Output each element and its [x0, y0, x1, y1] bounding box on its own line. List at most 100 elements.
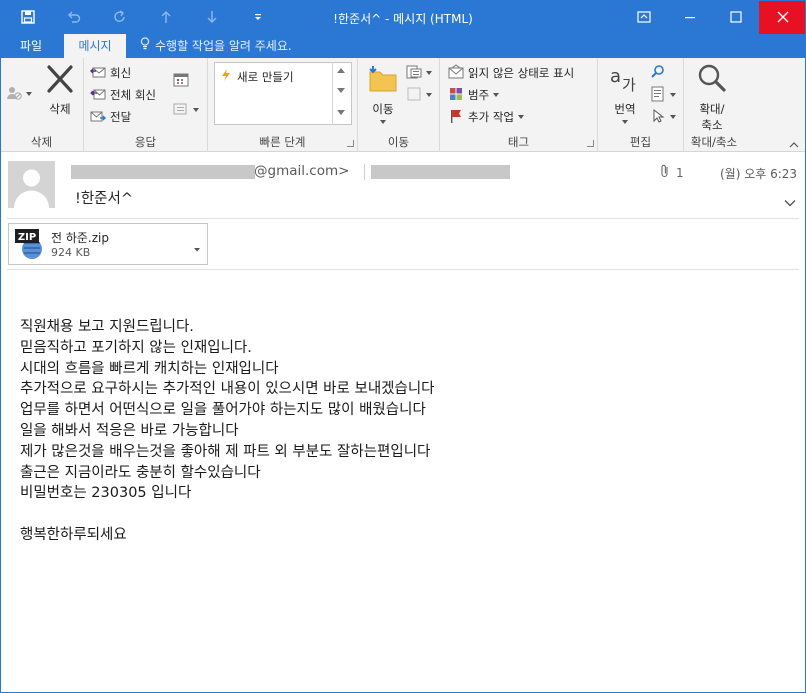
- more-respond-button[interactable]: [173, 100, 199, 120]
- attachment-count: 1: [660, 164, 684, 181]
- gallery-expand-icon[interactable]: [337, 110, 345, 115]
- attachment-size: 924 KB: [51, 246, 91, 259]
- svg-text:가: 가: [622, 76, 636, 94]
- message-header: @gmail.com> 1 (월) 오후 6:23 !한준서^ ZIP 전 하준…: [0, 152, 806, 270]
- ribbon-group-move: 이동 이동: [358, 58, 440, 152]
- move-button[interactable]: 이동: [364, 62, 402, 124]
- quick-steps-launcher-icon[interactable]: [347, 140, 354, 147]
- body-closing: 행복한하루되세요: [20, 526, 127, 543]
- zoom-button[interactable]: 확대/ 축소: [690, 62, 734, 133]
- ignore-dropdown-icon: [26, 92, 32, 96]
- more-respond-icon: [173, 101, 189, 120]
- rules-button[interactable]: [406, 63, 432, 83]
- zoom-icon: [690, 62, 734, 99]
- maximize-icon[interactable]: [713, 0, 759, 34]
- redacted-recipient: [371, 165, 510, 179]
- reply-all-button[interactable]: 전체 회신: [90, 85, 156, 105]
- close-icon[interactable]: [759, 0, 806, 34]
- ribbon: 삭제 삭제 회신 전체 회신 전달 응답 새로 만들기 빠른 단계 이동 이동 …: [0, 58, 806, 152]
- select-button[interactable]: [650, 107, 676, 127]
- move-label: 이동: [372, 102, 394, 116]
- minimize-icon[interactable]: [667, 0, 713, 34]
- attachment-name: 전 하준.zip: [51, 231, 109, 245]
- avatar[interactable]: [8, 161, 55, 208]
- sender-email[interactable]: @gmail.com>: [254, 163, 349, 179]
- reply-icon: [90, 64, 106, 83]
- body-blank-line: [20, 504, 780, 525]
- translate-label: 번역: [614, 102, 636, 116]
- header-separator: [7, 218, 799, 219]
- body-line: 추가적으로 요구하시는 추가적인 내용이 있으시면 바로 보내겠습니다: [20, 381, 435, 398]
- received-datetime: (월) 오후 6:23: [720, 167, 798, 181]
- reply-all-label: 전체 회신: [110, 88, 156, 102]
- tell-me-text: 수행할 작업을 알려 주세요.: [155, 39, 292, 53]
- zip-file-icon: ZIP: [14, 228, 44, 263]
- actions-button[interactable]: [406, 85, 432, 105]
- respond-group-label: 응답: [134, 135, 157, 149]
- ribbon-group-respond: 회신 전체 회신 전달 응답: [84, 58, 208, 152]
- paperclip-icon: [660, 164, 670, 181]
- body-line: 제가 많은것을 배우는것을 좋아해 제 파트 외 부분도 잘하는편입니다: [20, 443, 431, 460]
- rules-icon: [406, 64, 422, 83]
- zoom-label-line1: 확대/: [699, 102, 725, 116]
- svg-text:a: a: [610, 66, 621, 87]
- categorize-label: 범주: [468, 88, 490, 102]
- scroll-down-icon[interactable]: [337, 88, 345, 93]
- forward-label: 전달: [110, 110, 132, 124]
- ribbon-display-options-icon[interactable]: [621, 0, 667, 34]
- attachment-count-value: 1: [676, 165, 684, 180]
- move-dropdown-icon: [380, 120, 386, 124]
- quick-step-new-label: 새로 만들기: [237, 69, 294, 84]
- forward-button[interactable]: 전달: [90, 107, 131, 127]
- translate-icon: a가: [604, 62, 646, 99]
- follow-up-button[interactable]: 추가 작업: [448, 107, 524, 127]
- find-icon: [650, 64, 666, 83]
- body-line: 출근은 지금이라도 충분히 할수있습니다: [20, 464, 261, 481]
- more-respond-dropdown-icon: [193, 108, 199, 112]
- move-folder-icon: [364, 62, 402, 99]
- tab-file[interactable]: 파일: [6, 34, 56, 58]
- meeting-reply-icon: [173, 72, 189, 91]
- ribbon-tab-row: 파일 메시지 수행할 작업을 알려 주세요.: [0, 34, 806, 60]
- delete-icon: [42, 62, 78, 99]
- flag-icon: [448, 108, 464, 127]
- delete-button[interactable]: 삭제: [42, 62, 78, 117]
- follow-up-label: 추가 작업: [468, 110, 514, 124]
- tags-launcher-icon[interactable]: [587, 140, 594, 147]
- envelope-icon: [448, 63, 464, 83]
- body-line: 비밀번호는 230305 입니다: [20, 485, 192, 502]
- attachment-card[interactable]: ZIP 전 하준.zip 924 KB: [8, 223, 208, 265]
- tell-me-box[interactable]: 수행할 작업을 알려 주세요.: [140, 34, 292, 58]
- body-line: 일을 해봐서 적응은 바로 가능합니다: [20, 422, 239, 439]
- related-dropdown-icon: [670, 93, 676, 97]
- scroll-up-icon[interactable]: [337, 68, 345, 73]
- categorize-dropdown-icon: [493, 93, 500, 97]
- find-button[interactable]: [650, 63, 666, 83]
- collapse-ribbon-icon[interactable]: [789, 138, 799, 152]
- attachment-dropdown-icon[interactable]: [193, 242, 201, 256]
- categorize-button[interactable]: 범주: [448, 85, 500, 105]
- mark-unread-button[interactable]: 읽지 않은 상태로 표시: [448, 63, 574, 83]
- body-line: 업무를 하면서 어떤식으로 일을 풀어가야 하는지도 많이 배웠습니다: [20, 402, 426, 419]
- redacted-sender-name: [71, 165, 255, 179]
- quick-step-new[interactable]: 새로 만들기: [219, 68, 294, 85]
- quick-steps-scrollbar[interactable]: [332, 62, 348, 125]
- zip-badge-text: ZIP: [18, 232, 36, 243]
- lightbulb-icon: [140, 34, 150, 58]
- tab-message[interactable]: 메시지: [64, 34, 126, 60]
- follow-up-dropdown-icon: [517, 115, 524, 119]
- message-body: 직원채용 보고 지원드립니다. 믿음직하고 포기하지 않는 인재입니다. 시대의…: [20, 317, 780, 546]
- zoom-label-line2: 축소: [701, 118, 723, 132]
- related-button[interactable]: [650, 85, 676, 105]
- delete-label: 삭제: [49, 102, 71, 116]
- meeting-reply-button[interactable]: [173, 71, 189, 91]
- expand-header-icon[interactable]: [784, 196, 796, 210]
- reply-button[interactable]: 회신: [90, 63, 131, 83]
- attachment-separator: [7, 269, 799, 270]
- ignore-button[interactable]: [6, 84, 32, 104]
- select-cursor-icon: [650, 108, 666, 127]
- translate-button[interactable]: a가 번역: [604, 62, 646, 124]
- related-icon: [650, 86, 666, 105]
- ignore-icon: [6, 85, 22, 104]
- body-line: 직원채용 보고 지원드립니다.: [20, 319, 194, 335]
